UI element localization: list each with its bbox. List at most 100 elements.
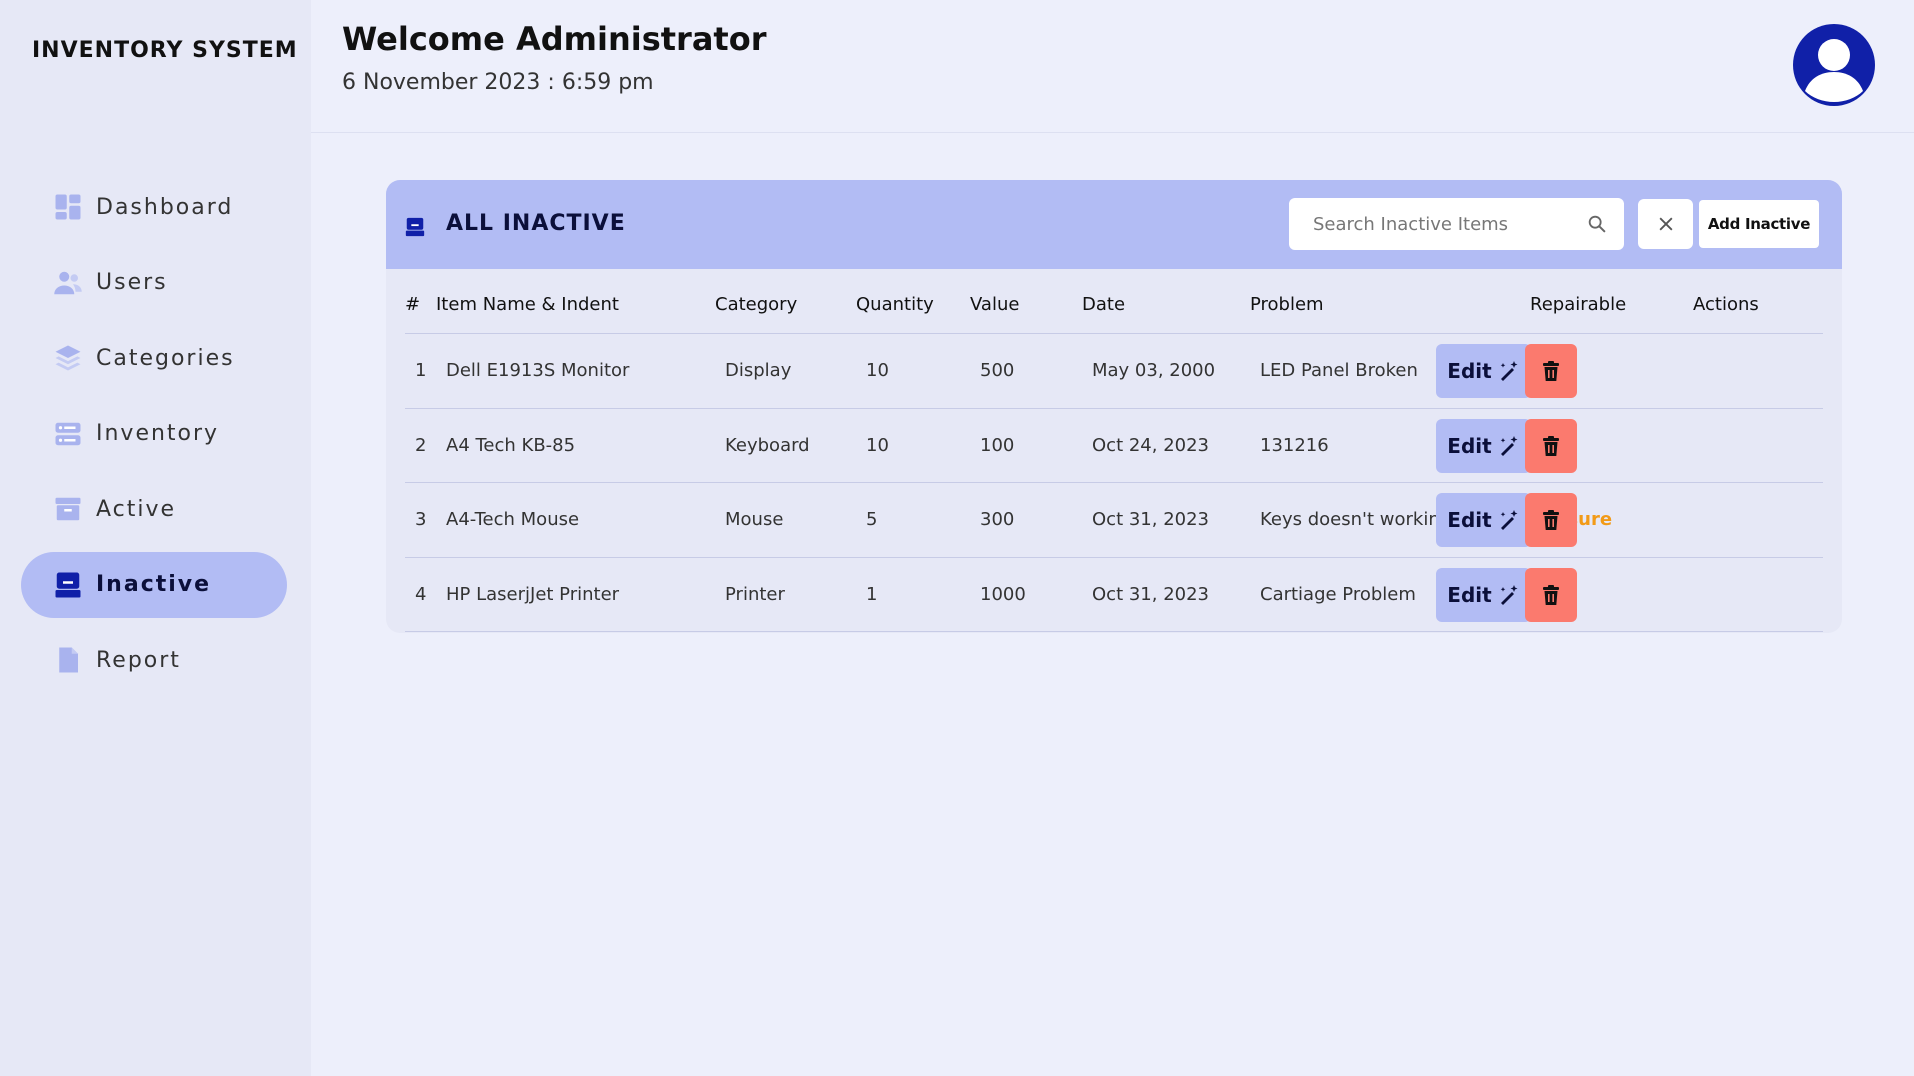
magic-wand-icon [1500,584,1518,605]
cell-value: 1000 [980,583,1026,605]
cell-category: Display [725,360,792,381]
cell-category: Keyboard [725,434,810,456]
header: Welcome Administrator 6 November 2023 : … [311,0,1914,133]
col-header-num: # [405,294,421,315]
col-header-date: Date [1082,294,1126,315]
cell-date: Oct 31, 2023 [1092,583,1209,605]
card-title: ALL INACTIVE [446,211,626,236]
col-header-category: Category [715,294,798,315]
sidebar-item-label: Dashboard [96,194,234,220]
sidebar-item-report[interactable]: Report [21,627,287,693]
col-header-problem: Problem [1250,294,1324,315]
table-row: 3 A4-Tech Mouse Mouse 5 300 Oct 31, 2023 Keys … [405,483,1823,558]
sidebar-item-label: Inventory [96,421,220,446]
cell-date: May 03, 2000 [1092,360,1216,381]
sidebar-item-inactive[interactable]: Inactive [21,551,287,618]
cell-value: 300 [980,509,1015,530]
sidebar-item-label: Inactive [96,572,212,597]
delete-button[interactable] [1525,344,1577,398]
inactive-card: ALL INACTIVE Add Inactive # Item Name & … [386,180,1842,633]
add-inactive-button[interactable]: Add Inactive [1699,200,1819,248]
col-header-quantity: Quantity [856,294,934,315]
dashboard-icon [52,191,84,223]
table-header: # Item Name & Indent Category Quantity V… [405,286,1823,334]
search-box [1289,198,1624,250]
table-row: 4 HP LaserjJet Printer Printer 1 1000 Oct 31,… [405,558,1823,632]
magic-wand-icon [1500,435,1518,456]
inactive-table: # Item Name & Indent Category Quantity V… [405,286,1823,632]
col-header-repairable: Repairable [1530,294,1627,315]
cell-date: Oct 31, 2023 [1092,509,1209,530]
trash-icon [1543,510,1559,530]
edit-label: Edit [1447,508,1492,532]
edit-button[interactable]: Edit [1436,344,1531,398]
datetime-text: 6 November 2023 : 6:59 pm [342,70,654,95]
cell-category: Mouse [725,509,784,530]
col-header-value: Value [970,294,1020,315]
trash-icon [1543,361,1559,381]
cell-num: 4 [415,583,427,605]
cell-quantity: 1 [866,583,878,605]
table-row: 1 Dell E1913S Monitor Display 10 500 May 03, … [405,334,1823,409]
server-icon [52,418,84,450]
sidebar-item-label: Users [96,270,168,295]
sidebar-item-label: Report [96,647,181,673]
layers-icon [52,342,84,374]
sidebar-item-label: Active [96,496,177,522]
magic-wand-icon [1500,361,1518,381]
cell-quantity: 10 [866,434,889,456]
cell-problem: Keys doesn't working [1260,509,1452,530]
cell-quantity: 5 [866,509,878,530]
cell-num: 3 [415,509,427,530]
edit-button[interactable]: Edit [1436,567,1531,622]
inactive-icon [404,216,426,238]
sidebar-item-active[interactable]: Active [21,476,287,542]
edit-label: Edit [1447,582,1492,607]
delete-button[interactable] [1525,493,1577,547]
cell-num: 1 [415,360,427,381]
search-icon[interactable] [1586,213,1608,235]
table-body: 1 Dell E1913S Monitor Display 10 500 May 03, … [405,334,1823,632]
cell-category: Printer [725,583,785,605]
cell-problem: Cartiage Problem [1260,583,1416,605]
card-header: ALL INACTIVE Add Inactive [386,180,1842,269]
cell-date: Oct 24, 2023 [1092,434,1209,456]
page-title: Welcome Administrator [342,20,767,58]
edit-button[interactable]: Edit [1436,418,1531,473]
cell-value: 100 [980,434,1015,456]
clear-search-button[interactable] [1638,199,1693,249]
sidebar-item-label: Categories [96,345,235,371]
cell-item-name: Dell E1913S Monitor [446,360,630,381]
edit-label: Edit [1447,433,1492,458]
edit-label: Edit [1447,359,1492,383]
trash-icon [1543,584,1559,605]
cell-problem: LED Panel Broken [1260,360,1418,381]
delete-button[interactable] [1525,418,1577,473]
search-input[interactable] [1313,213,1583,235]
brand-title: INVENTORY SYSTEM [32,38,298,63]
cell-num: 2 [415,434,427,456]
document-icon [52,644,84,676]
inactive-icon [52,569,84,601]
col-header-name: Item Name & Indent [436,294,619,315]
sidebar: INVENTORY SYSTEM Dashboard Users Categor… [0,0,311,1076]
magic-wand-icon [1500,510,1518,530]
sidebar-item-categories[interactable]: Categories [21,325,287,391]
users-icon [52,267,84,299]
user-avatar-icon[interactable] [1793,24,1875,106]
sidebar-nav: Dashboard Users Categories Inventory Act… [21,174,287,703]
trash-icon [1543,435,1559,456]
edit-button[interactable]: Edit [1436,493,1531,547]
cell-problem: 131216 [1260,434,1329,456]
cell-quantity: 10 [866,360,889,381]
col-header-actions: Actions [1693,294,1759,315]
sidebar-item-inventory[interactable]: Inventory [21,401,287,467]
cell-value: 500 [980,360,1015,381]
sidebar-item-dashboard[interactable]: Dashboard [21,174,287,240]
close-icon [1659,217,1672,231]
delete-button[interactable] [1525,567,1577,622]
sidebar-item-users[interactable]: Users [21,250,287,316]
cell-item-name: HP LaserjJet Printer [446,583,620,605]
table-row: 2 A4 Tech KB-85 Keyboard 10 100 Oct 24, 2023 1… [405,409,1823,483]
cell-item-name: A4-Tech Mouse [446,509,580,530]
